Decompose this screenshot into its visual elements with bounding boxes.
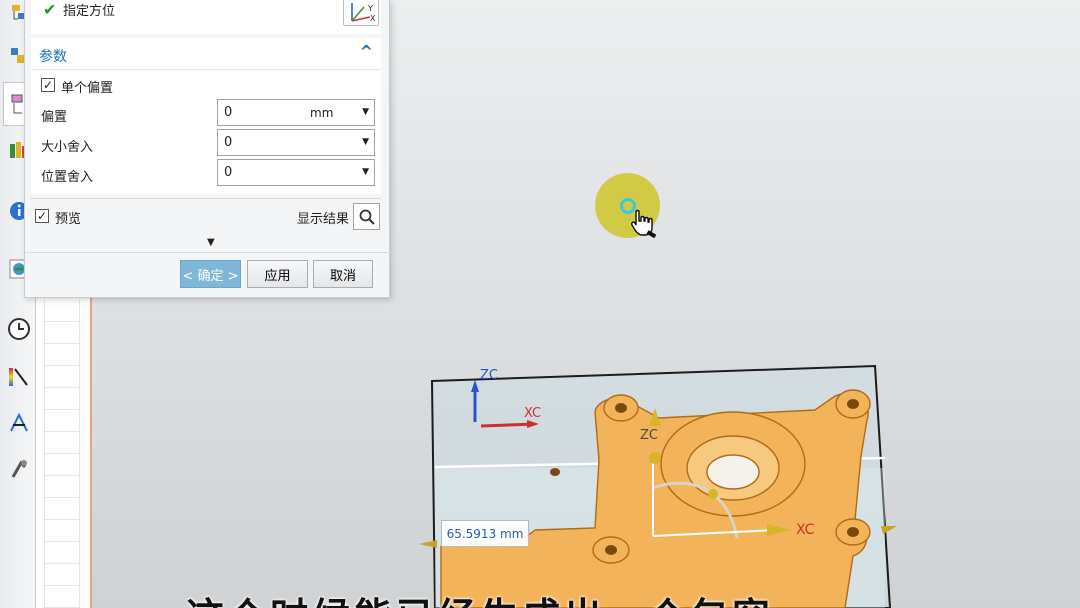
wcs-zc-label: ZC: [480, 368, 498, 383]
show-result-button[interactable]: [353, 203, 380, 230]
position-round-label: 位置舍入: [41, 170, 94, 185]
check-icon: ✔: [43, 0, 57, 19]
hand-cursor-icon: [631, 209, 657, 238]
model-viewport[interactable]: [415, 360, 905, 608]
csys-orient-icon: Y X: [351, 3, 376, 23]
offset-field[interactable]: 0 mm ▼: [217, 99, 375, 126]
size-round-label: 大小舍入: [41, 140, 94, 155]
history-icon[interactable]: [6, 316, 32, 342]
collapse-chevron-icon[interactable]: ^: [360, 42, 373, 61]
cancel-button[interactable]: 取消: [313, 260, 373, 288]
size-round-field[interactable]: 0 ▼: [217, 129, 375, 156]
roles-icon[interactable]: [6, 456, 32, 482]
single-offset-label: 单个偏置: [61, 81, 114, 96]
offset-measure-readout[interactable]: 65.5913 mm: [441, 520, 529, 547]
expand-arrow-icon[interactable]: ▼: [207, 237, 215, 248]
bounding-body-dialog: ✔ 指定方位 Y X 参数 ^ ✓ 单个偏置 偏置 0 mm ▼ 大小舍入 0: [24, 0, 391, 298]
angle-handle: [708, 489, 718, 499]
show-result-label: 显示结果: [297, 212, 350, 227]
navigator-grid: [44, 300, 80, 608]
svg-text:X: X: [370, 14, 376, 23]
position-round-value: 0: [224, 165, 233, 180]
wcs-xc-label: XC: [524, 406, 542, 421]
chevron-down-icon[interactable]: ▼: [362, 167, 369, 177]
single-offset-checkbox[interactable]: ✓: [41, 78, 55, 92]
offset-unit: mm: [310, 106, 334, 120]
video-subtitle: 这个时候能已经生成出一个包容: [186, 586, 906, 608]
preview-checkbox[interactable]: ✓: [35, 209, 49, 223]
csys-zc-label: ZC: [640, 428, 658, 443]
svg-text:Y: Y: [367, 4, 373, 13]
preview-label: 预览: [55, 212, 82, 227]
parameters-header[interactable]: 参数 ^: [31, 38, 381, 70]
visualization-icon[interactable]: [6, 364, 32, 390]
parameters-title: 参数: [39, 49, 67, 65]
process-studio-icon[interactable]: [6, 410, 32, 436]
origin-handle: [649, 452, 661, 464]
parameters-section: 参数 ^ ✓ 单个偏置 偏置 0 mm ▼ 大小舍入 0 ▼ 位置舍入 0 ▼: [31, 38, 381, 194]
offset-label: 偏置: [41, 110, 68, 125]
chevron-down-icon[interactable]: ▼: [362, 107, 369, 117]
position-round-field[interactable]: 0 ▼: [217, 159, 375, 186]
search-icon: [359, 209, 375, 225]
size-round-value: 0: [224, 135, 233, 150]
chevron-down-icon[interactable]: ▼: [362, 137, 369, 147]
dialog-button-row: < 确定 > 应用 取消: [25, 252, 391, 298]
preview-section: ✓ 预览 显示结果 ▼: [31, 198, 381, 250]
apply-button[interactable]: 应用: [247, 260, 308, 288]
orientation-label: 指定方位: [63, 4, 116, 19]
csys-xc-label: XC: [796, 522, 815, 538]
ok-button[interactable]: < 确定 >: [180, 260, 241, 288]
offset-value: 0: [224, 105, 233, 120]
orientation-section: ✔ 指定方位 Y X: [31, 0, 381, 34]
specify-orientation-button[interactable]: Y X: [343, 0, 379, 26]
